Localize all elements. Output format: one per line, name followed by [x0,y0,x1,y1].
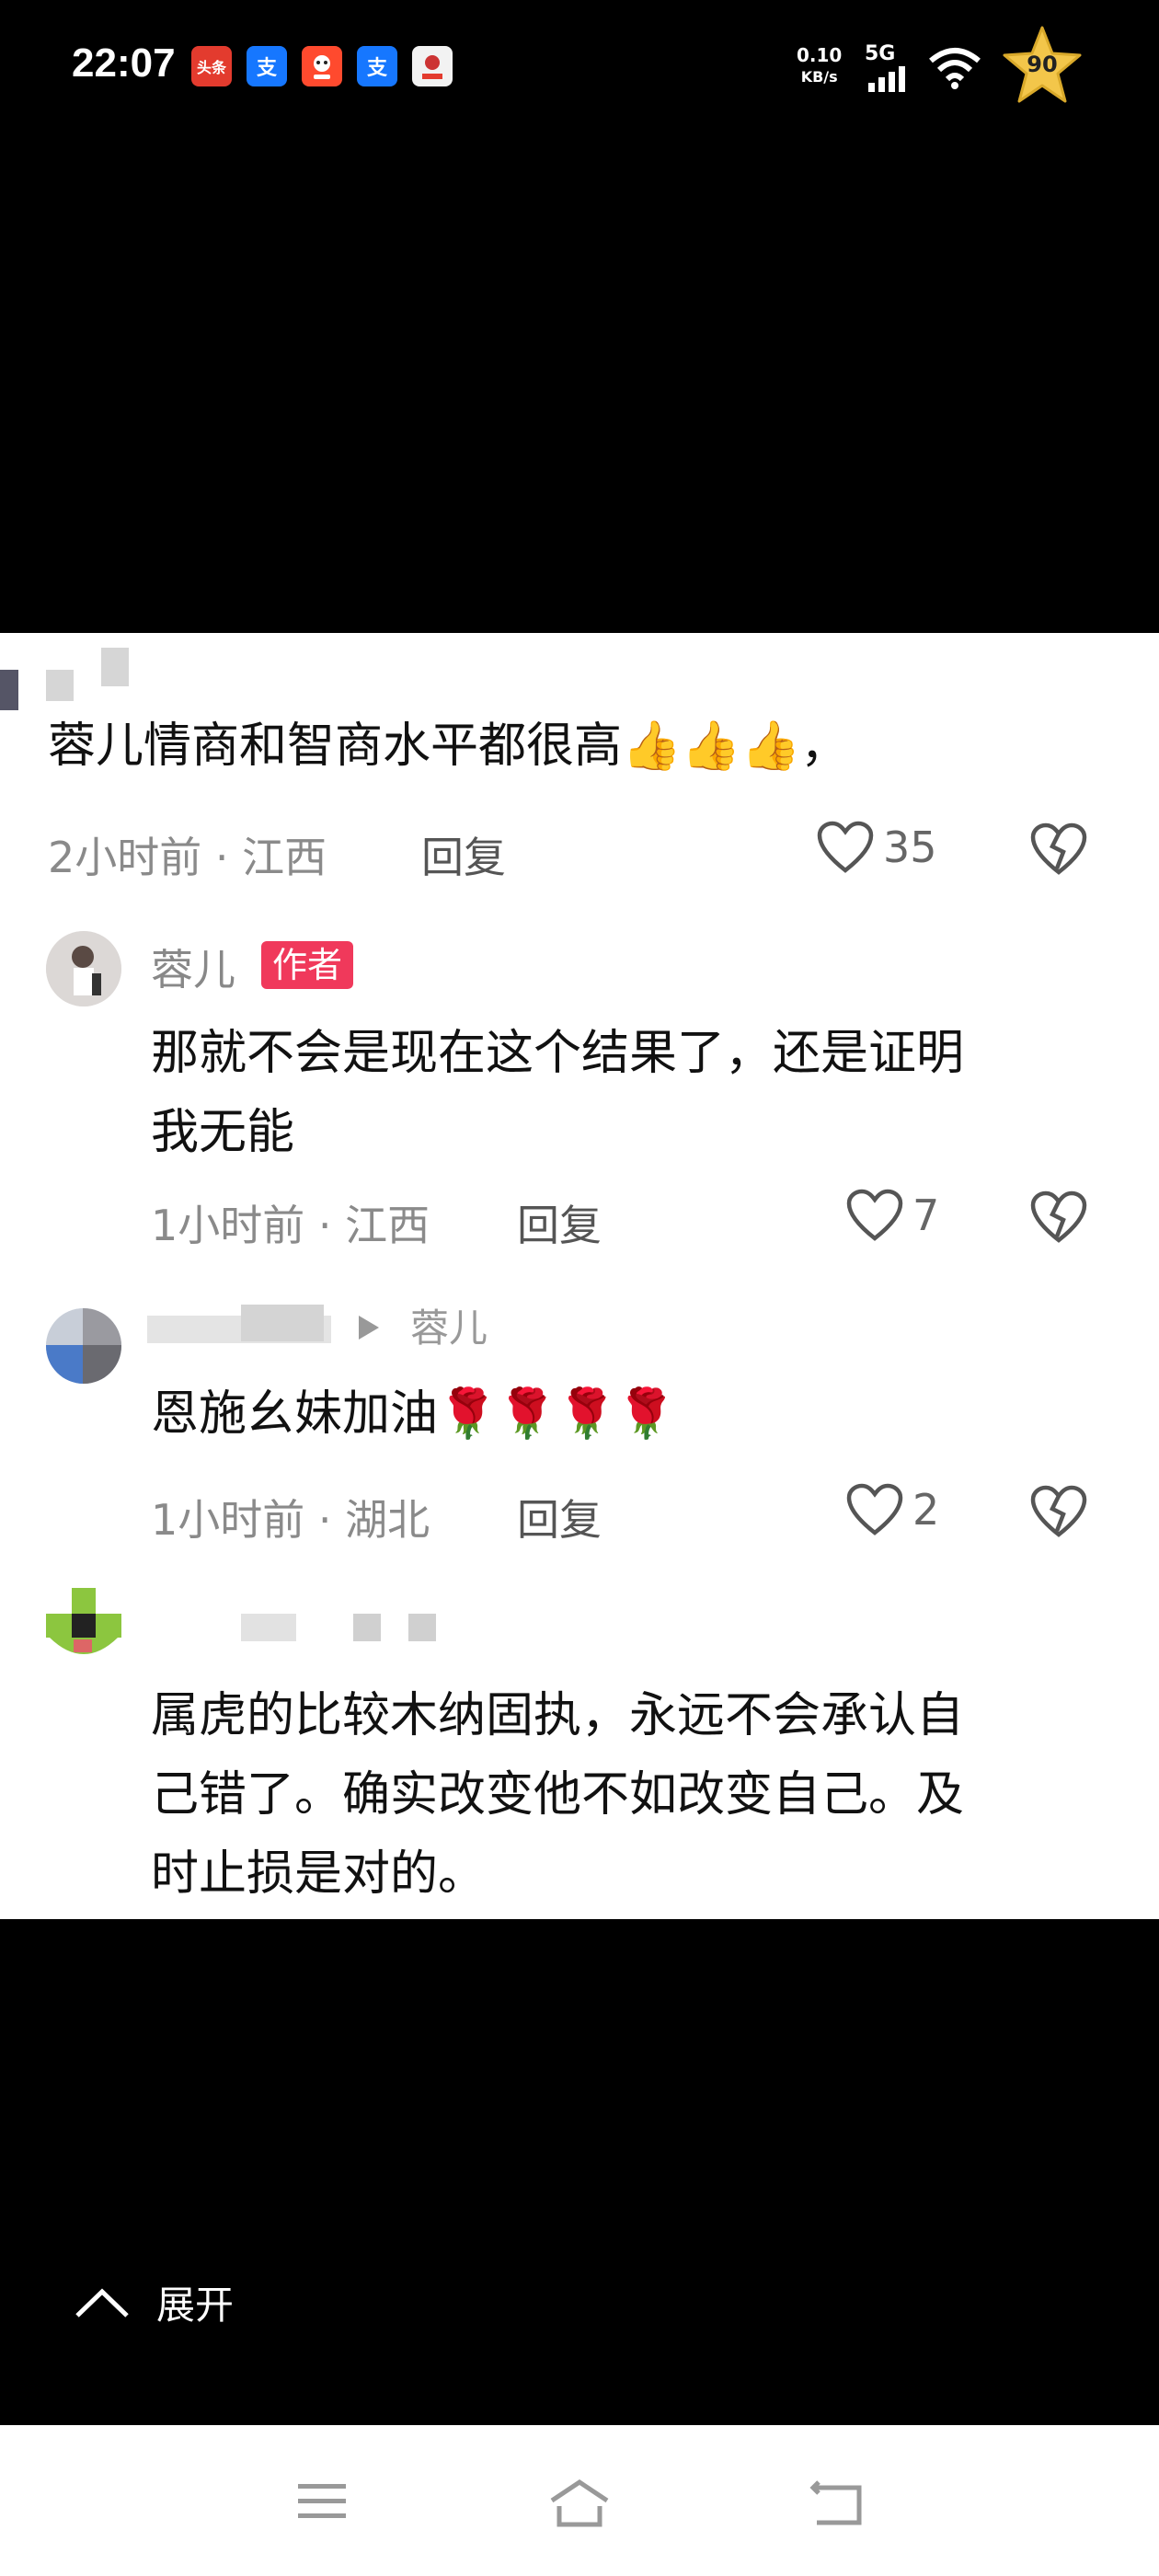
comment-text: 蓉儿情商和智商水平都很高👍👍👍， [48,719,849,774]
username[interactable]: 蓉儿 [151,937,235,997]
reply-button[interactable]: 回复 [517,1487,602,1547]
avatar[interactable] [46,931,121,1006]
news-app-icon [412,46,453,86]
battery-level: 90 [1027,52,1058,77]
avatar-blur [0,670,18,710]
heart-icon [846,1483,903,1535]
heart-icon [817,821,874,873]
comment-time-location: 1小时前 · 江西 [151,1201,430,1250]
dislike-icon[interactable] [1030,1485,1087,1538]
dislike-icon[interactable] [1030,1190,1087,1244]
reply-button[interactable]: 回复 [517,1192,602,1253]
comment-text-line: 那就不会是现在这个结果了，还是证明 [151,1026,965,1081]
username-blur [46,670,74,701]
comment-time-location: 1小时前 · 湖北 [151,1495,430,1545]
comment-text-line: 我无能 [151,1105,295,1160]
navigation-bar [0,2425,1159,2576]
avatar[interactable] [46,1308,121,1384]
menu-icon[interactable] [296,2478,348,2524]
username-blur [101,648,129,686]
comment-time-location: 2小时前 · 江西 [48,833,327,882]
back-icon[interactable] [809,2478,865,2528]
network-type: 5G [865,42,896,65]
reply-arrow-icon [359,1316,379,1340]
comment-panel: 蓉儿情商和智商水平都很高👍👍👍， 2小时前 · 江西 回复 35 蓉儿 作者 那… [0,633,1159,1919]
heart-icon [846,1189,903,1241]
comment-text: 恩施幺妹加油🌹🌹🌹🌹 [151,1386,676,1442]
expand-button[interactable]: 展开 [74,2274,234,2330]
home-icon[interactable] [548,2478,611,2528]
net-speed: 0.10 KB/s [797,44,843,86]
like-count: 2 [912,1485,940,1535]
author-badge: 作者 [261,941,354,989]
like-button[interactable]: 2 [846,1483,939,1536]
username-blur [241,1614,296,1641]
like-count: 35 [883,822,937,872]
chevron-up-icon [75,2288,129,2317]
username-blur [353,1614,381,1641]
comment-text-line: 时止损是对的。 [151,1846,487,1902]
status-bar: 22:07 头条 支 支 0.10 KB/s 5G 90 [0,0,1159,138]
username-blur [241,1305,324,1341]
reply-to-username[interactable]: 蓉儿 [410,1297,488,1353]
avatar[interactable] [46,1588,121,1663]
status-time: 22:07 [72,40,176,86]
comment-text-line: 属虎的比较木纳固执，永远不会承认自 [151,1688,965,1743]
like-button[interactable]: 7 [846,1189,939,1242]
alipay-app-icon-2: 支 [357,46,397,86]
comment-text-line: 己错了。确实改变他不如改变自己。及 [151,1767,965,1823]
toutiao-app-icon: 头条 [191,46,232,86]
alipay-app-icon: 支 [247,46,287,86]
wifi-icon [929,48,981,89]
reply-button[interactable]: 回复 [421,824,506,885]
like-count: 7 [912,1190,940,1240]
expand-label: 展开 [156,2283,235,2328]
like-button[interactable]: 35 [817,821,937,874]
taobao-app-icon [302,46,342,86]
username-blur [408,1614,436,1641]
signal-icon [868,66,905,92]
dislike-icon[interactable] [1030,822,1087,876]
